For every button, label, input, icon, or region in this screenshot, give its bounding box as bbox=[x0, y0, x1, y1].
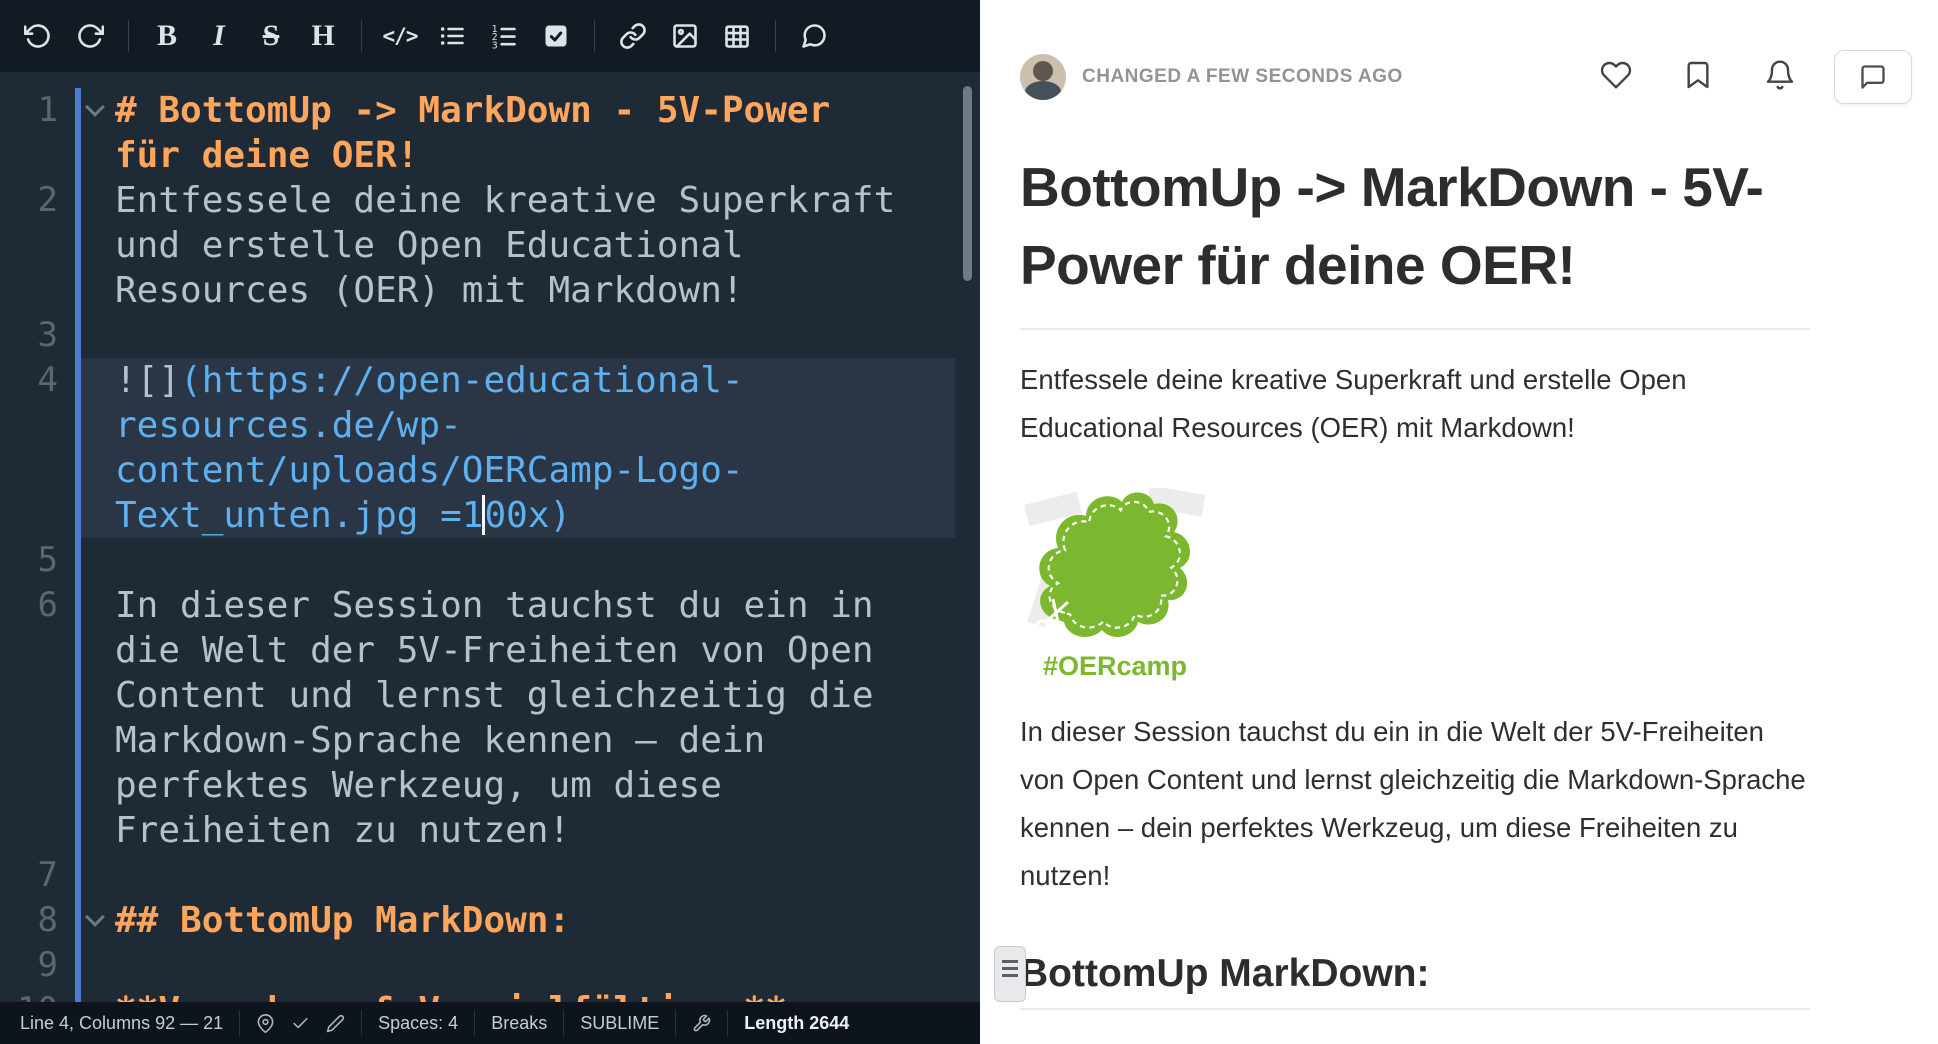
speech-bubble-icon bbox=[1859, 63, 1887, 91]
preview-actions bbox=[1600, 50, 1912, 104]
pin-icon[interactable] bbox=[256, 1014, 275, 1033]
editor-statusbar: Line 4, Columns 92 — 21 Spaces: 4 Breaks… bbox=[0, 1002, 980, 1044]
line-text: ## BottomUp MarkDown: bbox=[115, 898, 905, 943]
editor-line[interactable]: 10 **Verwahren & Vervielfältigen** bbox=[0, 988, 980, 1002]
paragraph: In dieser Session tauchst du ein in die … bbox=[1020, 708, 1810, 900]
document-length: Length 2644 bbox=[727, 1010, 865, 1036]
task-list-button[interactable] bbox=[533, 13, 579, 59]
line-number: 6 bbox=[0, 583, 58, 853]
indent-setting[interactable]: Spaces: 4 bbox=[361, 1010, 474, 1036]
editor-line-active[interactable]: 4 ![](https://open-educational-resources… bbox=[0, 358, 980, 538]
line-text: ![](https://open-educational-resources.d… bbox=[115, 358, 905, 538]
keymap-setting[interactable]: SUBLIME bbox=[563, 1010, 675, 1036]
line-number: 1 bbox=[0, 88, 58, 178]
bold-button[interactable]: B bbox=[144, 13, 190, 59]
notifications-button[interactable] bbox=[1764, 59, 1796, 96]
svg-text:3: 3 bbox=[492, 40, 498, 50]
statusbar-tools bbox=[239, 1010, 361, 1036]
link-icon bbox=[619, 22, 647, 50]
line-text: Entfessele deine kreative Superkraft und… bbox=[115, 178, 905, 313]
markdown-editor-pane: B I S H </> 123 1 # bbox=[0, 0, 980, 1044]
line-text: # BottomUp -> MarkDown - 5V-Power für de… bbox=[115, 88, 905, 178]
avatar[interactable] bbox=[1020, 54, 1066, 100]
line-number: 10 bbox=[0, 988, 58, 1002]
editor-line[interactable]: 1 # BottomUp -> MarkDown - 5V-Power für … bbox=[0, 88, 980, 178]
document-title: BottomUp -> MarkDown - 5V-Power für dein… bbox=[1020, 148, 1810, 304]
line-number: 7 bbox=[0, 853, 58, 898]
bell-icon bbox=[1764, 59, 1796, 91]
like-button[interactable] bbox=[1600, 59, 1632, 96]
pane-splitter-handle[interactable] bbox=[994, 946, 1026, 1002]
toolbar-separator bbox=[775, 20, 776, 52]
check-icon[interactable] bbox=[291, 1014, 310, 1033]
line-number: 8 bbox=[0, 898, 58, 943]
changed-status: CHANGED A FEW SECONDS AGO bbox=[1082, 66, 1403, 88]
preferences bbox=[675, 1010, 727, 1036]
bookmark-icon bbox=[1682, 59, 1714, 91]
editor-line[interactable]: 9 bbox=[0, 943, 980, 988]
editor-line[interactable]: 8 ## BottomUp MarkDown: bbox=[0, 898, 980, 943]
heart-icon bbox=[1600, 59, 1632, 91]
undo-icon bbox=[24, 22, 52, 50]
markdown-preview-pane: CHANGED A FEW SECONDS AGO BottomUp -> Ma… bbox=[980, 0, 1938, 1044]
image-url: (https://open-educational-resources.de/w… bbox=[115, 360, 744, 536]
line-number: 2 bbox=[0, 178, 58, 313]
editor-line[interactable]: 2 Entfessele deine kreative Superkraft u… bbox=[0, 178, 980, 313]
line-number: 9 bbox=[0, 943, 58, 988]
wrench-icon[interactable] bbox=[692, 1014, 711, 1033]
comment-button[interactable] bbox=[791, 13, 837, 59]
bullet-list-icon bbox=[438, 22, 466, 50]
markdown-image-syntax: ![] bbox=[115, 360, 180, 401]
bookmark-button[interactable] bbox=[1682, 59, 1714, 96]
strikethrough-button[interactable]: S bbox=[248, 13, 294, 59]
ordered-list-button[interactable]: 123 bbox=[481, 13, 527, 59]
divider bbox=[1020, 328, 1810, 330]
line-number: 3 bbox=[0, 313, 58, 358]
code-button[interactable]: </> bbox=[377, 13, 423, 59]
editor-toolbar: B I S H </> 123 bbox=[0, 0, 980, 72]
code-editor[interactable]: 1 # BottomUp -> MarkDown - 5V-Power für … bbox=[0, 72, 980, 1002]
oercamp-logo-image bbox=[1020, 488, 1210, 646]
image-url: 00x) bbox=[484, 495, 571, 536]
divider bbox=[1020, 1008, 1810, 1010]
pen-icon[interactable] bbox=[326, 1014, 345, 1033]
section-heading: BottomUp MarkDown: bbox=[1020, 952, 1810, 996]
linebreak-setting[interactable]: Breaks bbox=[474, 1010, 563, 1036]
oercamp-logo: #OERcamp bbox=[1020, 488, 1220, 682]
editor-line[interactable]: 7 bbox=[0, 853, 980, 898]
editor-line[interactable]: 3 bbox=[0, 313, 980, 358]
image-icon bbox=[671, 22, 699, 50]
oercamp-logo-caption: #OERcamp bbox=[1020, 651, 1210, 682]
open-comments-button[interactable] bbox=[1834, 50, 1912, 104]
editor-line[interactable]: 5 bbox=[0, 538, 980, 583]
image-button[interactable] bbox=[662, 13, 708, 59]
heading-button[interactable]: H bbox=[300, 13, 346, 59]
table-button[interactable] bbox=[714, 13, 760, 59]
table-icon bbox=[723, 22, 751, 50]
line-number: 5 bbox=[0, 538, 58, 583]
check-square-icon bbox=[542, 22, 570, 50]
ordered-list-icon: 123 bbox=[490, 22, 518, 50]
redo-icon bbox=[76, 22, 104, 50]
bullet-list-button[interactable] bbox=[429, 13, 475, 59]
line-text: In dieser Session tauchst du ein in die … bbox=[115, 583, 905, 853]
toolbar-separator bbox=[361, 20, 362, 52]
undo-button[interactable] bbox=[15, 13, 61, 59]
line-number: 4 bbox=[0, 358, 58, 538]
italic-button[interactable]: I bbox=[196, 13, 242, 59]
rendered-document: BottomUp -> MarkDown - 5V-Power für dein… bbox=[1020, 148, 1810, 1010]
redo-button[interactable] bbox=[67, 13, 113, 59]
line-text: **Verwahren & Vervielfältigen** bbox=[115, 988, 905, 1002]
paragraph: Entfessele deine kreative Superkraft und… bbox=[1020, 356, 1810, 452]
link-button[interactable] bbox=[610, 13, 656, 59]
preview-header: CHANGED A FEW SECONDS AGO bbox=[1020, 50, 1938, 104]
cursor-position: Line 4, Columns 92 — 21 bbox=[4, 1010, 239, 1036]
editor-scrollbar[interactable] bbox=[963, 86, 972, 281]
editor-line[interactable]: 6 In dieser Session tauchst du ein in di… bbox=[0, 583, 980, 853]
toolbar-separator bbox=[128, 20, 129, 52]
toolbar-separator bbox=[594, 20, 595, 52]
comment-icon bbox=[800, 22, 828, 50]
